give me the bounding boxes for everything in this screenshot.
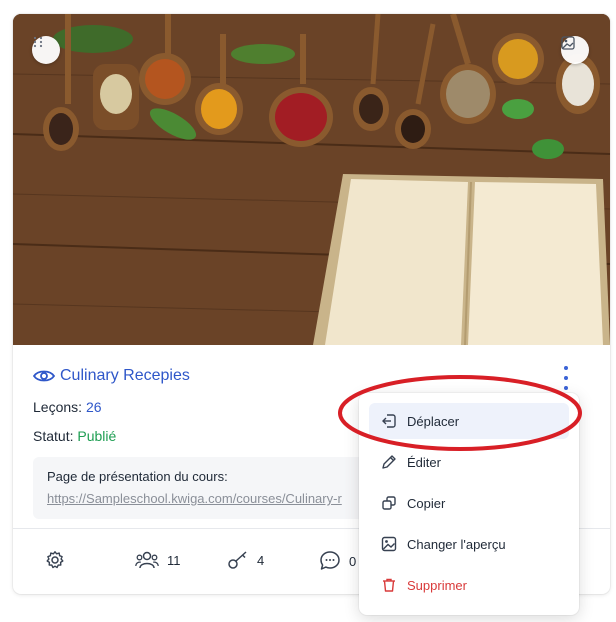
pencil-icon <box>382 455 396 469</box>
copy-icon <box>382 496 396 510</box>
course-cover-image <box>13 14 610 345</box>
menu-item-change-preview[interactable]: Changer l'aperçu <box>369 526 569 562</box>
course-title: Culinary Recepies <box>60 367 190 384</box>
keys-count: 4 <box>257 552 265 568</box>
presentation-page-link[interactable]: https://Sampleschool.kwiga.com/courses/C… <box>47 491 347 506</box>
move-icon <box>382 414 396 428</box>
settings-button[interactable] <box>45 550 73 570</box>
menu-item-label: Changer l'aperçu <box>407 536 506 552</box>
lessons-label: Leçons: <box>33 399 83 415</box>
course-status: Statut: Publié <box>33 428 116 444</box>
menu-item-delete[interactable]: Supprimer <box>369 567 569 603</box>
key-icon <box>228 551 247 569</box>
menu-item-label: Copier <box>407 495 446 511</box>
status-label: Statut: <box>33 428 74 444</box>
trash-icon <box>383 578 395 592</box>
kebab-dot <box>564 366 568 370</box>
students-count: 11 <box>167 552 181 568</box>
kebab-dot <box>564 376 568 380</box>
more-options-button[interactable] <box>559 366 573 390</box>
presentation-page-label: Page de présentation du cours: <box>47 469 228 484</box>
change-image-button[interactable] <box>561 36 589 64</box>
status-value: Publié <box>77 428 117 444</box>
course-actions-menu: Déplacer Éditer Copier Changer l'aperçu … <box>359 393 579 615</box>
image-icon <box>381 536 397 552</box>
comments-count: 0 <box>349 553 357 569</box>
gear-icon <box>46 551 64 569</box>
comments-stat[interactable]: 0 <box>319 550 356 572</box>
students-stat[interactable]: 11 <box>135 550 181 570</box>
menu-item-edit[interactable]: Éditer <box>369 444 569 480</box>
course-title-link[interactable]: Culinary Recepies <box>33 367 190 385</box>
eye-icon <box>33 370 55 382</box>
users-icon <box>135 551 159 569</box>
menu-item-copy[interactable]: Copier <box>369 485 569 521</box>
spices-illustration <box>13 14 610 345</box>
menu-item-label: Déplacer <box>407 413 460 429</box>
menu-item-move[interactable]: Déplacer <box>369 403 569 439</box>
menu-item-label: Supprimer <box>407 577 467 593</box>
lessons-count: Leçons: 26 <box>33 399 102 415</box>
menu-item-label: Éditer <box>407 454 441 470</box>
comment-icon <box>320 551 340 570</box>
drag-handle-button[interactable] <box>32 36 60 64</box>
access-keys-stat[interactable]: 4 <box>227 550 264 570</box>
drag-dots-icon <box>33 36 43 48</box>
lessons-value: 26 <box>85 399 102 415</box>
image-icon <box>561 36 575 50</box>
kebab-dot <box>564 386 568 390</box>
